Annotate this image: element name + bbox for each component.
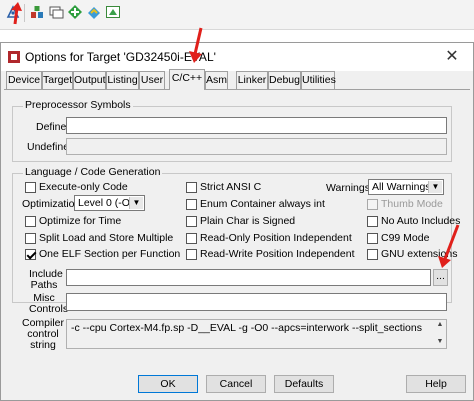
codegen-group-title: Language / Code Generation: [23, 166, 163, 178]
tab-asm[interactable]: Asm: [205, 71, 228, 89]
preprocessor-group-title: Preprocessor Symbols: [23, 99, 133, 111]
keil-app-icon: [7, 50, 21, 64]
thumb-mode-label: Thumb Mode: [381, 198, 443, 210]
tab-c-cpp[interactable]: C/C++: [169, 69, 205, 90]
gnu-extensions-checkbox[interactable]: [367, 249, 378, 260]
compiler-control-textarea[interactable]: -c --cpu Cortex-M4.fp.sp -D__EVAL -g -O0…: [66, 319, 447, 349]
download-icon[interactable]: [85, 3, 103, 21]
compiler-control-label: Compiler control string: [21, 317, 64, 351]
c99-mode-checkbox[interactable]: [367, 233, 378, 244]
chevron-down-icon: ▼: [129, 197, 143, 209]
rebuild-icon[interactable]: [66, 3, 84, 21]
readonly-pi-label: Read-Only Position Independent: [200, 232, 352, 244]
split-load-store-checkbox[interactable]: [25, 233, 36, 244]
scroll-down-icon[interactable]: ▼: [434, 337, 446, 347]
gnu-extensions-label: GNU extensions: [381, 248, 458, 260]
scroll-up-icon[interactable]: ▲: [434, 320, 446, 330]
cancel-button[interactable]: Cancel: [206, 375, 266, 393]
plain-char-signed-checkbox[interactable]: [186, 216, 197, 227]
warnings-select[interactable]: All Warnings ▼: [368, 179, 444, 195]
no-auto-includes-label: No Auto Includes: [381, 215, 461, 227]
tab-listing[interactable]: Listing: [106, 71, 139, 89]
options-dialog: Options for Target 'GD32450i-EVAL' ✕ Dev…: [0, 42, 474, 401]
misc-controls-label: Misc Controls: [29, 292, 69, 315]
tab-utilities[interactable]: Utilities: [301, 71, 336, 89]
execute-only-label: Execute-only Code: [39, 181, 128, 193]
tab-debug[interactable]: Debug: [268, 71, 301, 89]
batch-build-icon[interactable]: [104, 3, 122, 21]
tab-user[interactable]: User: [139, 71, 165, 89]
c99-mode-label: C99 Mode: [381, 232, 430, 244]
one-elf-section-checkbox[interactable]: [25, 249, 36, 260]
toolbar-separator: [24, 4, 25, 22]
readwrite-pi-checkbox[interactable]: [186, 249, 197, 260]
tab-linker[interactable]: Linker: [236, 71, 268, 89]
one-elf-section-label: One ELF Section per Function: [39, 248, 181, 260]
ok-button[interactable]: OK: [138, 375, 198, 393]
ide-toolbar: [0, 0, 474, 30]
warnings-value: All Warnings: [372, 181, 431, 193]
tab-output[interactable]: Output: [73, 71, 106, 89]
enum-container-label: Enum Container always int: [200, 198, 325, 210]
optimize-for-time-label: Optimize for Time: [39, 215, 122, 227]
execute-only-checkbox[interactable]: [25, 182, 36, 193]
optimization-select[interactable]: Level 0 (-O0) ▼: [74, 195, 145, 211]
undefine-input[interactable]: [66, 138, 447, 155]
build-icon[interactable]: [47, 3, 65, 21]
tab-divider: [4, 89, 470, 90]
thumb-mode-checkbox[interactable]: [367, 199, 378, 210]
tab-target[interactable]: Target: [42, 71, 73, 89]
split-load-store-label: Split Load and Store Multiple: [39, 232, 174, 244]
define-input[interactable]: [66, 117, 447, 134]
readonly-pi-checkbox[interactable]: [186, 233, 197, 244]
browse-include-paths-button[interactable]: ...: [433, 269, 448, 286]
chevron-down-icon: ▼: [428, 181, 442, 193]
include-paths-input[interactable]: [66, 269, 431, 286]
tab-device[interactable]: Device: [6, 71, 42, 89]
close-button[interactable]: ✕: [441, 46, 463, 68]
enum-container-checkbox[interactable]: [186, 199, 197, 210]
translate-icon[interactable]: [28, 3, 46, 21]
help-button[interactable]: Help: [406, 375, 466, 393]
include-paths-label: Include Paths: [29, 268, 63, 291]
readwrite-pi-label: Read-Write Position Independent: [200, 248, 355, 260]
strict-ansi-label: Strict ANSI C: [200, 181, 262, 193]
options-for-target-icon[interactable]: [4, 3, 22, 21]
warnings-label: Warnings:: [326, 182, 373, 194]
compiler-control-value: -c --cpu Cortex-M4.fp.sp -D__EVAL -g -O0…: [71, 322, 422, 334]
optimize-for-time-checkbox[interactable]: [25, 216, 36, 227]
strict-ansi-checkbox[interactable]: [186, 182, 197, 193]
misc-controls-input[interactable]: [66, 293, 447, 311]
dialog-title: Options for Target 'GD32450i-EVAL': [25, 50, 216, 64]
plain-char-signed-label: Plain Char is Signed: [200, 215, 296, 227]
define-label: Define:: [36, 121, 70, 133]
dialog-titlebar: Options for Target 'GD32450i-EVAL' ✕: [1, 43, 473, 71]
no-auto-includes-checkbox[interactable]: [367, 216, 378, 227]
defaults-button[interactable]: Defaults: [274, 375, 334, 393]
